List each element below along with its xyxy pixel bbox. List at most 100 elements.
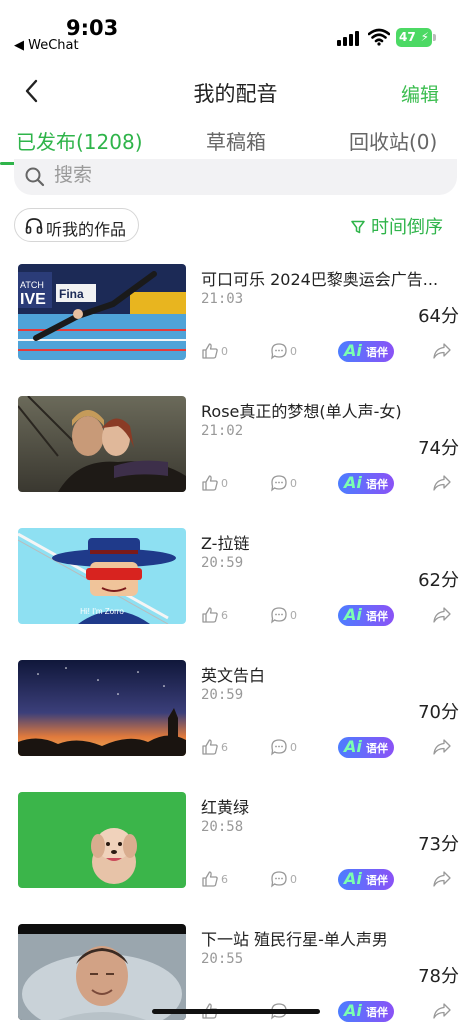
item-title: 红黄绿: [201, 798, 250, 817]
comment-count: 0: [290, 741, 297, 754]
signal-icon: [337, 30, 361, 46]
ai-logo-icon: Ai: [344, 737, 362, 756]
share-icon[interactable]: [432, 342, 452, 360]
item-title: 英文告白: [201, 666, 266, 685]
search-bar[interactable]: [14, 159, 457, 195]
list-item[interactable]: 英文告白 20:59 70分 6 0 Ai 语伴: [0, 658, 471, 758]
battery-indicator: 47 ⚡: [396, 28, 436, 47]
home-indicator: [152, 1009, 320, 1014]
item-score: 64分: [418, 306, 459, 327]
ai-badge-label: 语伴: [366, 478, 388, 491]
video-thumbnail[interactable]: [18, 396, 186, 492]
item-score: 74分: [418, 438, 459, 459]
ai-partner-badge[interactable]: Ai 语伴: [338, 473, 394, 494]
list-item[interactable]: 红黄绿 20:58 73分 6 0 Ai 语伴: [0, 790, 471, 890]
ai-partner-badge[interactable]: Ai 语伴: [338, 737, 394, 758]
video-thumbnail[interactable]: [18, 792, 186, 888]
thumbs-up-icon: [202, 475, 218, 491]
tab-published[interactable]: 已发布(1208): [16, 126, 143, 155]
status-bar: 9:03 ◀ WeChat 47 ⚡: [0, 0, 471, 60]
tab-recycle-bin[interactable]: 回收站(0): [349, 126, 437, 155]
video-thumbnail[interactable]: ATCH IVE Fina: [18, 264, 186, 360]
swimming-thumbnail-image: ATCH IVE Fina: [18, 264, 186, 360]
battery-level: 47: [399, 30, 416, 44]
like-count: 6: [221, 741, 228, 754]
list-item[interactable]: ATCH IVE Fina 可口可乐 2024巴黎奥运会广告... 21:03 …: [0, 262, 471, 362]
ai-partner-badge[interactable]: Ai 语伴: [338, 1001, 394, 1022]
like-count: 6: [221, 609, 228, 622]
search-icon: [25, 167, 45, 187]
like-count: 0: [221, 345, 228, 358]
ai-logo-icon: Ai: [344, 341, 362, 360]
comment-count: 0: [290, 609, 297, 622]
charging-icon: ⚡: [420, 30, 429, 44]
ai-badge-label: 语伴: [366, 346, 388, 359]
list-item[interactable]: Hi! I'm Zorro Z-拉链 20:59 62分 6 0 Ai 语伴: [0, 526, 471, 626]
ai-badge-label: 语伴: [366, 742, 388, 755]
ai-logo-icon: Ai: [344, 1001, 362, 1020]
item-time: 20:59: [201, 687, 244, 703]
back-to-wechat[interactable]: ◀ WeChat: [14, 38, 79, 53]
item-title: 可口可乐 2024巴黎奥运会广告...: [201, 270, 439, 289]
svg-text:Fina: Fina: [59, 287, 84, 301]
filter-icon: [351, 220, 365, 234]
comment-count: 0: [290, 345, 297, 358]
comment-icon: [271, 475, 287, 492]
thumbs-up-icon: [202, 739, 218, 755]
thumbs-up-icon: [202, 871, 218, 887]
share-icon[interactable]: [432, 870, 452, 888]
passenger-thumbnail-image: [18, 924, 186, 1020]
listen-label: 听我的作品: [46, 220, 127, 239]
comment-icon: [271, 739, 287, 756]
comment-count: 0: [290, 873, 297, 886]
video-thumbnail[interactable]: [18, 924, 186, 1020]
svg-text:IVE: IVE: [20, 291, 46, 308]
item-title: Z-拉链: [201, 534, 250, 553]
share-icon[interactable]: [432, 606, 452, 624]
tab-drafts[interactable]: 草稿箱: [206, 126, 266, 155]
list-item[interactable]: Rose真正的梦想(单人声-女) 21:02 74分 0 0 Ai 语伴: [0, 394, 471, 494]
thumbs-up-icon: [202, 607, 218, 623]
comment-count: 0: [290, 477, 297, 490]
ai-logo-icon: Ai: [344, 473, 362, 492]
search-input[interactable]: [54, 164, 354, 186]
titanic-thumbnail-image: [18, 396, 186, 492]
ai-partner-badge[interactable]: Ai 语伴: [338, 341, 394, 362]
ai-badge-label: 语伴: [366, 610, 388, 623]
status-time: 9:03: [66, 16, 119, 40]
sort-label: 时间倒序: [371, 217, 443, 238]
item-score: 73分: [418, 834, 459, 855]
listen-my-works-button[interactable]: 听我的作品: [14, 208, 139, 242]
ai-badge-label: 语伴: [366, 874, 388, 887]
night-sky-thumbnail-image: [18, 660, 186, 756]
share-icon[interactable]: [432, 1002, 452, 1020]
sort-time-desc[interactable]: 时间倒序: [351, 213, 443, 239]
ai-logo-icon: Ai: [344, 869, 362, 888]
zorro-subtitle: Hi! I'm Zorro: [80, 607, 124, 616]
item-score: 78分: [418, 966, 459, 987]
ai-partner-badge[interactable]: Ai 语伴: [338, 605, 394, 626]
ai-badge-label: 语伴: [366, 1006, 388, 1019]
ai-partner-badge[interactable]: Ai 语伴: [338, 869, 394, 890]
video-thumbnail[interactable]: Hi! I'm Zorro: [18, 528, 186, 624]
share-icon[interactable]: [432, 474, 452, 492]
thumbs-up-icon: [202, 343, 218, 359]
comment-icon: [271, 607, 287, 624]
navigation-bar: 我的配音 编辑: [0, 70, 471, 114]
wifi-icon: [368, 28, 390, 46]
item-title: Rose真正的梦想(单人声-女): [201, 402, 402, 421]
item-time: 20:59: [201, 555, 244, 571]
video-thumbnail[interactable]: [18, 660, 186, 756]
list-item[interactable]: 下一站 殖民行星-单人声男 20:55 78分 Ai 语伴: [0, 922, 471, 1022]
svg-text:ATCH: ATCH: [20, 280, 44, 290]
like-count: 6: [221, 873, 228, 886]
green-screen-dog-thumbnail-image: [18, 792, 186, 888]
item-title: 下一站 殖民行星-单人声男: [201, 930, 388, 949]
edit-button[interactable]: 编辑: [401, 80, 439, 107]
item-time: 21:02: [201, 423, 244, 439]
share-icon[interactable]: [432, 738, 452, 756]
ai-logo-icon: Ai: [344, 605, 362, 624]
item-time: 20:55: [201, 951, 244, 967]
like-count: 0: [221, 477, 228, 490]
comment-icon: [271, 871, 287, 888]
